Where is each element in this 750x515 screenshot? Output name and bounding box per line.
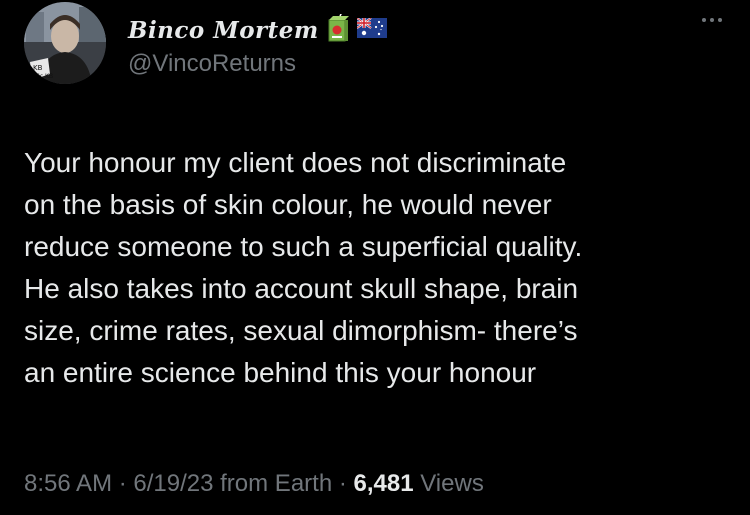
tweet-text: Your honour my client does not discrimin… [24, 142, 724, 394]
tweet: KB Sc KB Binco Mortem @VincoReturns Your… [0, 0, 750, 515]
australia-flag-icon [356, 16, 387, 43]
tweet-text-line: Your honour my client does not discrimin… [24, 147, 567, 178]
juice-box-icon [327, 9, 349, 47]
tweet-text-line: reduce someone to such a superficial qua… [24, 231, 583, 262]
more-dot [718, 18, 722, 22]
tweet-time[interactable]: 8:56 AM [24, 470, 112, 497]
avatar[interactable]: KB Sc KB [24, 2, 106, 84]
author-name-row: Binco Mortem [128, 9, 387, 48]
tweet-text-line: size, crime rates, sexual dimorphism- th… [24, 315, 578, 346]
more-dot [710, 18, 714, 22]
separator: · [332, 470, 354, 497]
more-dot [702, 18, 706, 22]
separator: · [112, 470, 134, 497]
tweet-text-line: on the basis of skin colour, he would ne… [24, 189, 552, 220]
views-label: Views [420, 470, 484, 497]
author-handle[interactable]: @VincoReturns [128, 50, 296, 78]
tweet-text-line: an entire science behind this your honou… [24, 357, 537, 388]
tweet-source: from Earth [220, 470, 333, 497]
views-count[interactable]: 6,481 [354, 470, 414, 497]
author-display-name[interactable]: Binco Mortem [128, 17, 319, 44]
avatar-sign-text: Sc KB [36, 73, 53, 80]
tweet-metadata: 8:56 AM · 6/19/23 from Earth · 6,481 Vie… [24, 470, 484, 498]
tweet-date[interactable]: 6/19/23 [133, 470, 213, 497]
tweet-text-line: He also takes into account skull shape, … [24, 273, 579, 304]
more-options-icon[interactable] [702, 18, 722, 22]
avatar-sign-text: KB [33, 64, 43, 72]
